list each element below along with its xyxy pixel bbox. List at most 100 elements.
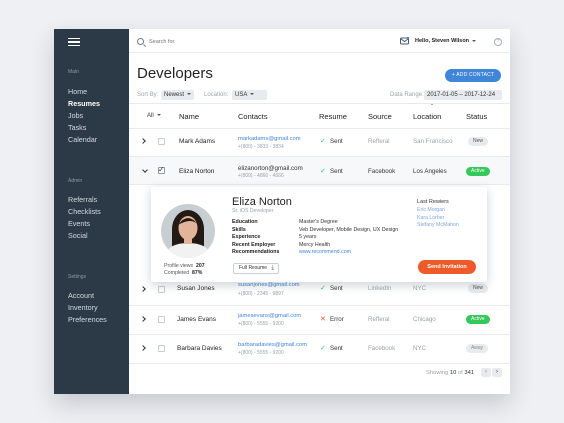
status-badge: New [468,284,489,293]
column-contacts[interactable]: Contacts [238,112,268,121]
help-icon[interactable]: ? [494,38,502,46]
sidebar-item-preferences[interactable]: Preferences [68,314,107,326]
row-name: Barbara Davies [177,345,222,352]
row-name: Eliza Norton [179,168,215,175]
row-email[interactable]: elizanorton@gmail.com [238,165,303,172]
row-source: LinkedIn [368,285,392,292]
profile-avatar [161,204,215,258]
user-menu[interactable]: Hello, Steven Wilson [415,38,477,44]
field-label: Recommendations [232,249,280,255]
status-badge: Active [466,315,490,324]
row-checkbox[interactable] [158,286,165,293]
sidebar-item-account[interactable]: Account [68,290,94,302]
add-contact-button[interactable]: + ADD CONTACT [445,69,501,82]
divider [129,184,510,185]
field-value: Veb Developer, Mobile Design, UX Design [299,226,399,233]
row-email[interactable]: susanjones@gmail.com [238,282,300,288]
row-resume: Sent [330,345,343,352]
sort-select[interactable]: Newest [161,90,194,100]
download-icon: ⤓ [271,265,274,271]
row-resume: Sent [330,285,343,292]
row-phone: +(800) - 5555 - 9200 [238,350,284,356]
row-checkbox[interactable] [158,345,165,352]
sidebar-item-tasks[interactable]: Tasks [68,122,86,134]
column-resume[interactable]: Resume [319,112,347,121]
profile-views-row: Profile views 207 [164,263,205,269]
row-name: Susan Jones [177,285,215,292]
chevron-right-icon[interactable] [140,345,146,351]
sidebar-item-resumes[interactable]: Resumes [68,98,100,110]
send-invitation-button[interactable]: Send Invitation [418,260,476,274]
row-source: Refferal [368,316,390,323]
check-icon: ✓ [320,285,326,292]
row-phone: +(800) - 5555 - 9200 [238,321,284,327]
chevron-right-icon[interactable] [140,286,146,292]
page-title: Developers [137,65,213,82]
user-greeting: Hello, Steven Wilson [415,38,470,44]
field-label: Education [232,219,258,225]
full-resume-button[interactable]: Full Resume ⤓ [233,263,279,274]
column-status[interactable]: Status [466,112,487,121]
header-divider [129,52,510,53]
row-name: James Evans [177,316,217,323]
select-all[interactable]: All [147,113,161,119]
row-resume: Error [330,316,344,323]
search-icon[interactable] [137,38,144,45]
search-input[interactable] [149,37,269,47]
location-select[interactable]: USA [232,90,267,100]
divider [129,334,510,335]
sidebar-section-admin: Admin [68,178,83,184]
sidebar-item-calendar[interactable]: Calendar [68,134,97,146]
sidebar-item-home[interactable]: Home [68,86,87,98]
column-source[interactable]: Source [368,112,392,121]
row-email[interactable]: barbaradavies@gmail.com [238,342,307,348]
sort-label: Sort By: [137,92,159,98]
row-email[interactable]: jamesevans@gmail.com [238,313,301,319]
field-value: Master's Degree [299,219,338,225]
row-location: NYC [413,285,427,292]
pagination-info: Showing 10 of 341 [426,370,475,376]
sidebar-item-checklists[interactable]: Checklists [68,206,101,218]
row-checkbox[interactable] [158,316,165,323]
reviewer-link[interactable]: Kara Lorber [417,215,444,221]
check-icon: ✓ [320,138,326,145]
chevron-down-icon [472,39,477,42]
sidebar-item-inventory[interactable]: Inventory [68,302,98,314]
sidebar-item-social[interactable]: Social [68,230,88,242]
chevron-right-icon[interactable] [140,138,146,144]
recommendations-link[interactable]: www.recommend.com [299,249,351,255]
column-location[interactable]: Location [413,112,441,121]
profile-completed-row: Completed 87% [164,270,203,276]
sidebar-item-jobs[interactable]: Jobs [68,110,83,122]
sidebar-section-settings: Settings [68,274,87,280]
reviewer-link[interactable]: Eric Morgan [417,207,445,213]
chevron-right-icon[interactable] [140,316,146,322]
x-icon: ✕ [320,316,326,323]
reviewer-link[interactable]: Stefany McMahon [417,222,459,228]
row-location: Chicago [413,316,436,323]
status-badge: Active [466,167,490,176]
row-resume: Sent [330,138,343,145]
row-name: Mark Adams [179,138,216,145]
row-email[interactable]: markadams@gmail.com [238,136,301,142]
pagination-prev-button[interactable]: ‹ [481,368,491,377]
chevron-down-icon [187,93,192,96]
sidebar-item-referrals[interactable]: Referrals [68,194,97,206]
last-reviewers-title: Last Rewiers [417,199,449,205]
check-icon: ✓ [320,345,326,352]
row-checkbox[interactable] [158,138,165,145]
chevron-down-icon [156,114,161,117]
pagination-next-button[interactable]: › [492,368,502,377]
column-name[interactable]: Name [179,112,199,121]
mail-icon[interactable] [400,37,409,45]
divider [129,363,510,364]
row-location: NYC [413,345,427,352]
sidebar-item-events[interactable]: Events [68,218,90,230]
divider [129,305,510,306]
row-location: Los Angeles [413,168,447,175]
row-phone: +(800) - 4860 - 4566 [238,173,284,179]
date-range-label: Data Range: [390,92,424,98]
date-range-select[interactable]: 2017-01-05 – 2017-12-24 [424,90,502,106]
menu-icon[interactable] [68,38,80,46]
row-source: Facebook [368,345,396,352]
